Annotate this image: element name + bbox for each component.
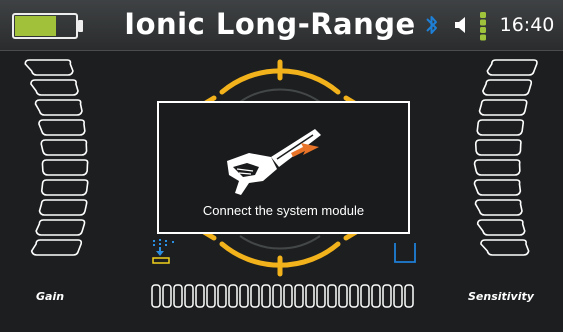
device-screen: Ionic Long-Range 16:40 Gain Sensitivity xyxy=(0,0,563,332)
device-title: Ionic Long-Range xyxy=(124,7,416,41)
volume-icon[interactable] xyxy=(452,14,472,36)
sensitivity-label: Sensitivity xyxy=(468,290,534,303)
meter-segment xyxy=(327,284,337,308)
signal-level-icon xyxy=(480,12,486,41)
meter-segment xyxy=(316,284,326,308)
top-status-bar: Ionic Long-Range 16:40 xyxy=(0,0,563,51)
meter-segment xyxy=(250,284,260,308)
meter-segment xyxy=(261,284,271,308)
meter-segment xyxy=(206,284,216,308)
meter-segment xyxy=(283,284,293,308)
scale-segment xyxy=(35,219,86,236)
scale-segment xyxy=(480,239,530,256)
scale-segment xyxy=(476,119,525,136)
scale-segment xyxy=(474,199,523,216)
meter-segment xyxy=(184,284,194,308)
connect-module-dialog[interactable]: Connect the system module xyxy=(157,101,410,234)
scale-segment xyxy=(34,99,83,116)
battery-icon xyxy=(12,13,83,39)
scale-segment xyxy=(473,159,521,176)
meter-segment xyxy=(272,284,282,308)
signal-meter xyxy=(151,284,414,308)
scale-segment xyxy=(30,239,83,256)
scale-segment xyxy=(38,119,86,136)
scale-segment xyxy=(474,139,522,156)
dialog-message: Connect the system module xyxy=(202,203,365,218)
meter-segment xyxy=(338,284,348,308)
meter-segment xyxy=(305,284,315,308)
scale-segment xyxy=(38,199,88,216)
system-module-connector-icon xyxy=(227,129,321,195)
clock: 16:40 xyxy=(499,14,555,36)
probe-icon[interactable] xyxy=(150,238,180,266)
meter-segment xyxy=(239,284,249,308)
meter-segment xyxy=(228,284,238,308)
scale-segment xyxy=(40,179,89,196)
scale-segment xyxy=(482,79,533,96)
meter-segment xyxy=(393,284,403,308)
meter-segment xyxy=(294,284,304,308)
scale-segment xyxy=(30,79,79,96)
meter-segment xyxy=(371,284,381,308)
scale-segment xyxy=(24,59,74,76)
meter-segment xyxy=(173,284,183,308)
meter-segment xyxy=(404,284,414,308)
gain-label: Gain xyxy=(36,290,65,303)
bluetooth-icon xyxy=(426,16,437,34)
meter-segment xyxy=(151,284,161,308)
scale-segment xyxy=(40,139,88,156)
meter-segment xyxy=(217,284,227,308)
gain-scale[interactable] xyxy=(18,56,98,266)
meter-segment xyxy=(162,284,172,308)
scale-segment xyxy=(478,99,528,116)
scale-segment xyxy=(41,159,89,176)
scale-segment xyxy=(486,59,538,76)
meter-segment xyxy=(382,284,392,308)
meter-segment xyxy=(360,284,370,308)
meter-segment xyxy=(349,284,359,308)
scale-segment xyxy=(476,219,526,236)
meter-segment xyxy=(195,284,205,308)
scale-segment xyxy=(473,179,522,196)
container-icon[interactable] xyxy=(392,240,418,266)
sensitivity-scale[interactable] xyxy=(465,56,545,266)
